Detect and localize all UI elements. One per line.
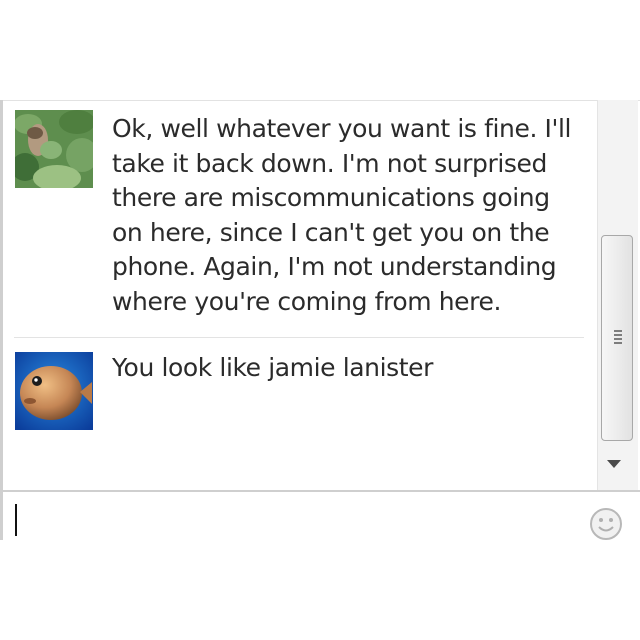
- scrollbar[interactable]: [597, 100, 638, 490]
- chat-message: You look like jamie lanister: [0, 338, 597, 488]
- text-cursor: [15, 504, 17, 536]
- chat-message: Ok, well whatever you want is fine. I'll…: [0, 100, 597, 338]
- smiley-face-icon[interactable]: [589, 507, 623, 540]
- scrollbar-thumb[interactable]: [601, 235, 633, 441]
- avatar[interactable]: [15, 110, 93, 188]
- chat-window: Ok, well whatever you want is fine. I'll…: [0, 100, 640, 540]
- scroll-down-arrow-icon[interactable]: [607, 460, 621, 468]
- message-list[interactable]: Ok, well whatever you want is fine. I'll…: [0, 100, 597, 490]
- avatar[interactable]: [15, 352, 93, 430]
- foliage-avatar-image: [15, 110, 93, 188]
- message-text: You look like jamie lanister: [112, 353, 434, 382]
- grip-icon: [614, 330, 622, 346]
- fish-avatar-image: [15, 352, 93, 430]
- message-input[interactable]: [3, 492, 640, 540]
- message-text: Ok, well whatever you want is fine. I'll…: [112, 114, 572, 316]
